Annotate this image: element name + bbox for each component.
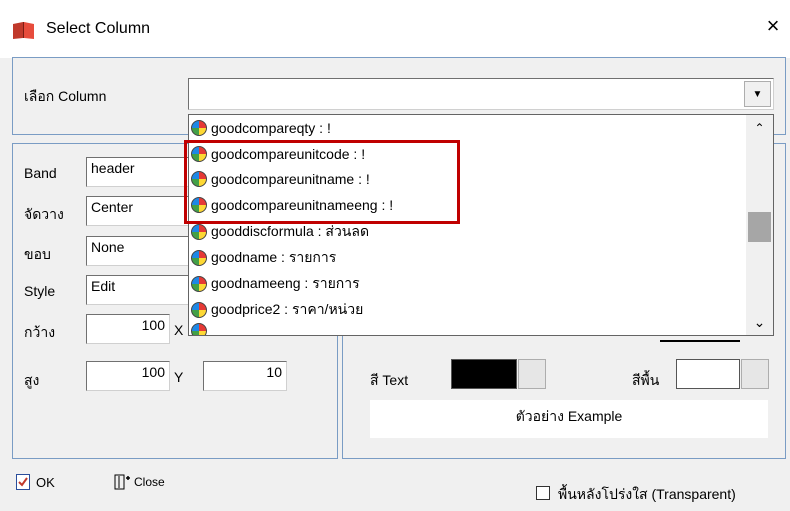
border-label: ขอบ xyxy=(24,246,51,262)
list-item[interactable]: goodprice2 : ราคา/หน่วย xyxy=(191,298,363,322)
ball-icon xyxy=(191,323,207,335)
width-field[interactable]: 100 xyxy=(86,314,170,344)
preview-box: ตัวอย่าง Example xyxy=(370,400,768,438)
window-title: Select Column xyxy=(46,20,151,37)
close-button[interactable]: Close xyxy=(114,474,165,490)
list-item[interactable]: goodcompareqty : ! xyxy=(191,116,331,140)
close-label: Close xyxy=(134,475,165,489)
list-item-partial xyxy=(191,323,211,335)
ball-icon xyxy=(191,120,207,136)
list-item-label: goodname : รายการ xyxy=(211,249,337,265)
ball-icon xyxy=(191,250,207,266)
bg-color-swatch[interactable] xyxy=(676,359,740,389)
highlight-box xyxy=(184,140,460,224)
bg-color-label: สีพื้น xyxy=(632,372,660,388)
style-label: Style xyxy=(24,283,56,299)
column-dropdown-button[interactable]: ▼ xyxy=(744,81,771,107)
preview-text: ตัวอย่าง Example xyxy=(515,408,623,424)
transparent-label: พื้นหลังโปร่งใส (Transparent) xyxy=(558,486,736,502)
transparent-checkbox[interactable] xyxy=(536,486,550,500)
column-select-combobox[interactable] xyxy=(188,78,774,110)
y-field[interactable]: 10 xyxy=(203,361,287,391)
band-field[interactable]: header xyxy=(86,157,194,187)
chevron-down-icon: ▼ xyxy=(752,88,763,100)
x-label: X xyxy=(174,322,184,338)
y-label: Y xyxy=(174,369,184,385)
list-item-label: goodprice2 : ราคา/หน่วย xyxy=(211,301,364,317)
close-window-button[interactable]: × xyxy=(761,14,785,38)
ball-icon xyxy=(191,276,207,292)
scrollbar-thumb[interactable] xyxy=(748,212,771,242)
width-value: 100 xyxy=(141,317,165,333)
height-value: 100 xyxy=(141,364,165,380)
ball-icon xyxy=(191,224,207,240)
align-label: จัดวาง xyxy=(24,206,64,222)
list-item-label: gooddiscformula : ส่วนลด xyxy=(211,223,370,239)
list-item-label: goodnameeng : รายการ xyxy=(211,275,360,291)
width-label: กว้าง xyxy=(24,324,56,340)
style-field[interactable]: Edit xyxy=(86,275,194,305)
scroll-up-arrow-icon[interactable]: ⌃ xyxy=(748,118,771,138)
border-field[interactable]: None xyxy=(86,236,194,266)
ok-label: OK xyxy=(36,474,55,490)
scroll-down-arrow-icon[interactable]: ⌄ xyxy=(748,312,771,332)
text-color-picker-button[interactable] xyxy=(518,359,546,389)
border-value: None xyxy=(91,239,125,255)
ok-icon xyxy=(16,474,30,490)
list-item[interactable]: goodname : รายการ xyxy=(191,246,336,270)
ok-button[interactable]: OK xyxy=(16,474,55,490)
style-value: Edit xyxy=(91,278,116,294)
ball-icon xyxy=(191,302,207,318)
band-label: Band xyxy=(24,165,57,181)
bg-color-picker-button[interactable] xyxy=(741,359,769,389)
height-field[interactable]: 100 xyxy=(86,361,170,391)
band-value: header xyxy=(91,160,135,176)
list-item-label: goodcompareqty : ! xyxy=(211,120,331,136)
align-field[interactable]: Center xyxy=(86,196,194,226)
app-book-icon xyxy=(12,20,36,40)
y-value: 10 xyxy=(266,364,282,380)
align-value: Center xyxy=(91,199,134,215)
list-item[interactable]: goodnameeng : รายการ xyxy=(191,272,360,296)
exit-icon xyxy=(114,474,132,490)
column-select-label: เลือก Column xyxy=(24,88,107,104)
height-label: สูง xyxy=(24,372,40,388)
text-color-swatch[interactable] xyxy=(451,359,517,389)
text-color-label: สี Text xyxy=(370,372,409,388)
